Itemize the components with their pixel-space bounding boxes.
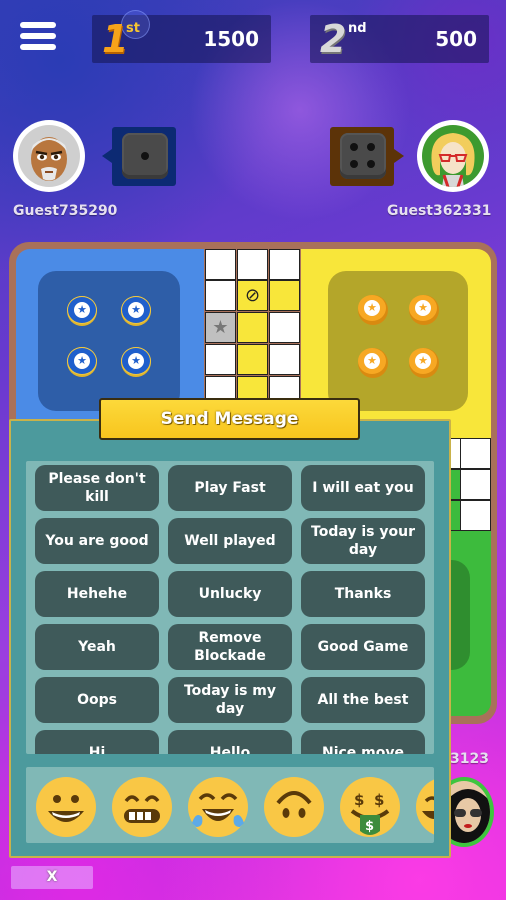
grinning-face-icon[interactable] [36,777,96,837]
star-icon: ★ [364,300,380,316]
quick-message-button[interactable]: Hello [168,730,292,754]
track-cell [460,469,491,500]
rank-suffix: st [126,21,140,36]
tears-of-joy-face-icon[interactable] [188,777,248,837]
quick-message-button[interactable]: Remove Blockade [168,624,292,670]
quick-message-button[interactable]: Play Fast [168,465,292,511]
rank-score: 1500 [203,27,259,51]
quick-message-button[interactable]: Today is my day [168,677,292,723]
blocked-icon: ⊘ [237,280,268,311]
star-icon: ★ [128,353,144,369]
star-icon: ★ [74,353,90,369]
quick-message-button[interactable]: Hi [35,730,159,754]
svg-text:$: $ [365,819,374,834]
yellow-home [328,271,468,411]
track-cell [269,249,300,280]
quick-message-button[interactable]: All the best [301,677,425,723]
track-cell [205,249,236,280]
yellow-token[interactable]: ★ [409,348,439,378]
yellow-token[interactable]: ★ [358,295,388,325]
dice-four-icon [340,133,386,179]
track-cell [269,344,300,375]
svg-text:$: $ [374,791,384,809]
player1-dice[interactable] [102,127,176,186]
star-icon: ★ [74,302,90,318]
rank-score: 500 [435,27,477,51]
safe-star-icon: ★ [205,312,236,343]
player3-name: 3123 [450,751,489,767]
track-cell [205,280,236,311]
track-cell [460,500,491,531]
star-icon: ★ [415,353,431,369]
star-icon: ★ [128,302,144,318]
close-button[interactable]: X [11,866,93,889]
quick-message-button[interactable]: Nice move [301,730,425,754]
quick-message-button[interactable]: Oops [35,677,159,723]
player1-name: Guest735290 [13,203,118,219]
rank-place: 2 [320,17,347,61]
money-mouth-face-icon[interactable]: $ $ $ [340,777,400,837]
menu-button[interactable] [20,22,56,54]
yellow-token[interactable]: ★ [409,295,439,325]
quick-message-button[interactable]: Well played [168,518,292,564]
player1-avatar[interactable] [13,120,85,192]
hamburger-menu-icon [20,22,56,50]
rank-suffix: nd [348,21,367,36]
yellow-token[interactable]: ★ [358,348,388,378]
quick-message-button[interactable]: Yeah [35,624,159,670]
track-cell [237,312,268,343]
blue-token[interactable]: ★ [67,347,97,377]
rank-second-panel: 2 nd 500 [310,15,489,63]
bald-man-avatar-icon [18,125,80,187]
top-track: ⊘ ★ [205,249,301,409]
quick-message-button[interactable]: You are good [35,518,159,564]
track-cell [237,249,268,280]
rank-first-panel: 1 st 1500 [92,10,271,63]
quick-message-button[interactable]: Good Game [301,624,425,670]
blue-token[interactable]: ★ [121,347,151,377]
quick-message-button[interactable]: I will eat you [301,465,425,511]
blue-token[interactable]: ★ [121,296,151,326]
player2-name: Guest362331 [387,203,492,219]
send-message-title: Send Message [99,398,360,440]
quick-messages-list[interactable]: Please don't kill Play Fast I will eat y… [26,461,434,754]
blue-token[interactable]: ★ [67,296,97,326]
player2-dice[interactable] [330,127,404,186]
quick-message-button[interactable]: Today is your day [301,518,425,564]
player2-avatar[interactable] [417,120,489,192]
track-cell [460,438,491,469]
track-cell [269,280,300,311]
partial-emoji-icon[interactable] [416,777,434,837]
grimacing-face-icon[interactable] [112,777,172,837]
upside-down-face-icon[interactable] [264,777,324,837]
dice-one-icon [122,133,168,179]
blonde-woman-glasses-avatar-icon [422,125,484,187]
svg-text:$: $ [354,791,364,809]
star-icon: ★ [364,353,380,369]
rank-place: 1 [102,17,129,61]
quick-message-button[interactable]: Thanks [301,571,425,617]
blue-home [38,271,180,411]
track-cell [269,312,300,343]
track-cell [237,344,268,375]
track-cell [205,344,236,375]
quick-message-button[interactable]: Hehehe [35,571,159,617]
quick-message-button[interactable]: Please don't kill [35,465,159,511]
star-icon: ★ [415,300,431,316]
emoji-list[interactable]: $ $ $ [26,767,434,843]
quick-message-button[interactable]: Unlucky [168,571,292,617]
